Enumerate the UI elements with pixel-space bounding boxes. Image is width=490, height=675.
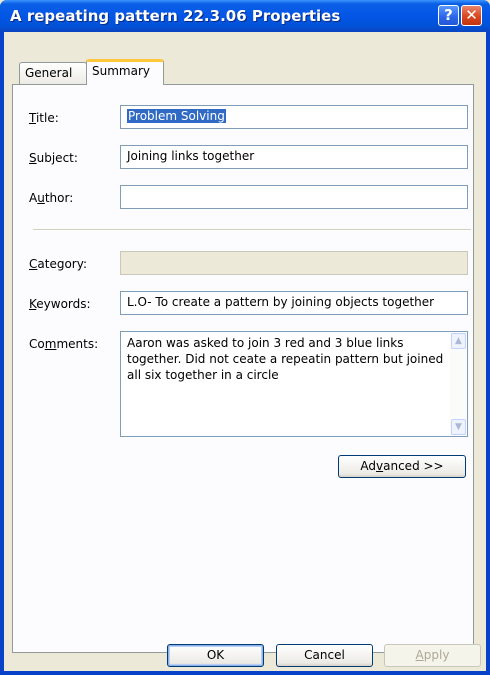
subject-label: Subject:	[29, 151, 78, 165]
title-field[interactable]: Problem Solving	[120, 105, 468, 129]
category-label: Category:	[29, 257, 87, 271]
window-title: A repeating pattern 22.3.06 Properties	[10, 7, 341, 25]
author-field[interactable]	[120, 185, 468, 209]
section-divider	[33, 229, 471, 231]
cancel-button[interactable]: Cancel	[276, 644, 373, 667]
comments-label: Comments:	[29, 337, 99, 351]
title-field-value: Problem Solving	[127, 109, 226, 123]
dialog-client-area: General Summary Title: Problem Solving S…	[4, 32, 486, 671]
comments-scrollbar[interactable]: ▲ ▼	[450, 332, 467, 436]
title-bar[interactable]: A repeating pattern 22.3.06 Properties ?…	[0, 0, 490, 32]
advanced-button[interactable]: Advanced >>	[338, 455, 466, 478]
keywords-field[interactable]: L.O- To create a pattern by joining obje…	[120, 291, 468, 315]
tab-summary[interactable]: Summary	[86, 59, 164, 85]
apply-button[interactable]: Apply	[384, 644, 481, 667]
subject-field[interactable]: Joining links together	[120, 145, 468, 169]
title-label: Title:	[29, 111, 59, 125]
tab-general[interactable]: General	[19, 62, 87, 84]
close-button[interactable]: ✕	[461, 5, 482, 26]
ok-button[interactable]: OK	[167, 644, 264, 667]
scroll-up-arrow-icon[interactable]: ▲	[451, 333, 466, 349]
properties-window: A repeating pattern 22.3.06 Properties ?…	[0, 0, 490, 675]
comments-textarea[interactable]: Aaron was asked to join 3 red and 3 blue…	[120, 331, 468, 437]
tab-summary-label: Summary	[92, 64, 150, 78]
keywords-label: Keywords:	[29, 297, 91, 311]
tab-general-label: General	[25, 66, 73, 80]
author-label: Author:	[29, 191, 74, 205]
help-button[interactable]: ?	[438, 5, 459, 26]
scroll-down-arrow-icon[interactable]: ▼	[451, 419, 466, 435]
comments-text: Aaron was asked to join 3 red and 3 blue…	[127, 336, 444, 382]
category-field[interactable]	[120, 251, 468, 275]
summary-panel: Title: Problem Solving Subject: Joining …	[12, 84, 474, 653]
